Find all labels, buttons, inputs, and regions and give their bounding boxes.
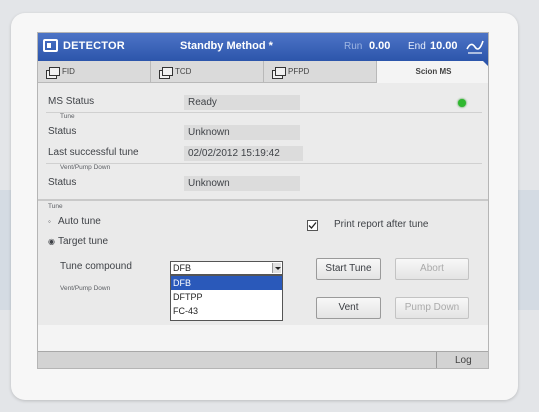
status-panel: MS Status Ready Tune Status Unknown Last…: [38, 83, 488, 199]
ms-status-label: MS Status: [48, 96, 95, 107]
run-value: 0.00: [369, 40, 391, 52]
tune-panel-title: Tune: [48, 203, 63, 210]
signal-icon[interactable]: [465, 37, 485, 55]
detector-screen: DETECTOR Standby Method * Run 0.00 End 1…: [37, 32, 489, 369]
divider: [46, 163, 482, 164]
end-label: End: [408, 41, 426, 52]
corner-marker-icon: [483, 61, 488, 68]
tune-section-label: Tune: [60, 113, 75, 120]
tab-label: FID: [62, 67, 75, 76]
ms-status-value: Ready: [184, 95, 300, 110]
tab-label: Scion MS: [415, 67, 452, 76]
dropdown-option-dftpp[interactable]: DFTPP: [171, 290, 282, 304]
tab-pfpd[interactable]: PFPD: [264, 61, 377, 83]
footer-area: [38, 325, 488, 351]
status-indicator-icon: [458, 99, 466, 107]
checkmark-icon: [308, 222, 317, 229]
print-report-checkbox[interactable]: [307, 220, 318, 231]
target-tune-label[interactable]: Target tune: [58, 236, 108, 247]
divider: [436, 352, 437, 368]
tune-compound-label: Tune compound: [60, 261, 132, 272]
detector-icon: [272, 67, 286, 79]
tune-status-value: Unknown: [184, 125, 300, 140]
vent-status-value: Unknown: [184, 176, 300, 191]
vent-pump-label: Vent/Pump Down: [60, 285, 111, 292]
detector-icon: [159, 67, 173, 79]
print-report-label: Print report after tune: [334, 219, 429, 230]
tune-status-label: Status: [48, 126, 77, 137]
tab-fid[interactable]: FID: [38, 61, 151, 83]
dropdown-option-dfb[interactable]: DFB: [171, 276, 282, 290]
run-label: Run: [344, 41, 363, 52]
end-value: 10.00: [430, 40, 458, 52]
vent-status-label: Status: [48, 177, 77, 188]
tune-panel: Tune ◦ Auto tune ◉ Target tune Tune comp…: [38, 199, 488, 325]
tab-tcd[interactable]: TCD: [151, 61, 264, 83]
detector-tabs: FID TCD PFPD Scion MS: [38, 61, 488, 83]
chevron-down-icon[interactable]: [272, 263, 281, 273]
divider: [46, 112, 482, 113]
status-bar: Log: [38, 351, 488, 368]
method-name: Standby Method *: [180, 40, 273, 52]
radio-empty-icon: ◦: [48, 217, 51, 226]
pump-down-button[interactable]: Pump Down: [395, 297, 469, 319]
title-bar: DETECTOR Standby Method * Run 0.00 End 1…: [38, 33, 488, 61]
tune-compound-dropdown: DFB DFTPP FC-43: [170, 275, 283, 321]
app-title: DETECTOR: [63, 40, 125, 52]
auto-tune-label[interactable]: Auto tune: [58, 216, 101, 227]
select-value: DFB: [173, 263, 191, 273]
vent-button[interactable]: Vent: [316, 297, 381, 319]
vent-section-label: Vent/Pump Down: [60, 164, 111, 171]
start-tune-button[interactable]: Start Tune: [316, 258, 381, 280]
radio-selected-icon[interactable]: ◉: [48, 237, 55, 246]
last-tune-label: Last successful tune: [48, 147, 139, 158]
last-tune-value: 02/02/2012 15:19:42: [184, 146, 303, 161]
tune-compound-select[interactable]: DFB: [170, 261, 283, 275]
abort-button[interactable]: Abort: [395, 258, 469, 280]
tab-scion-ms[interactable]: Scion MS: [377, 61, 488, 83]
tab-label: PFPD: [288, 67, 310, 76]
tab-label: TCD: [175, 67, 192, 76]
dropdown-option-fc43[interactable]: FC-43: [171, 304, 282, 318]
log-button[interactable]: Log: [455, 355, 472, 366]
window-icon: [43, 39, 58, 52]
detector-icon: [46, 67, 60, 79]
